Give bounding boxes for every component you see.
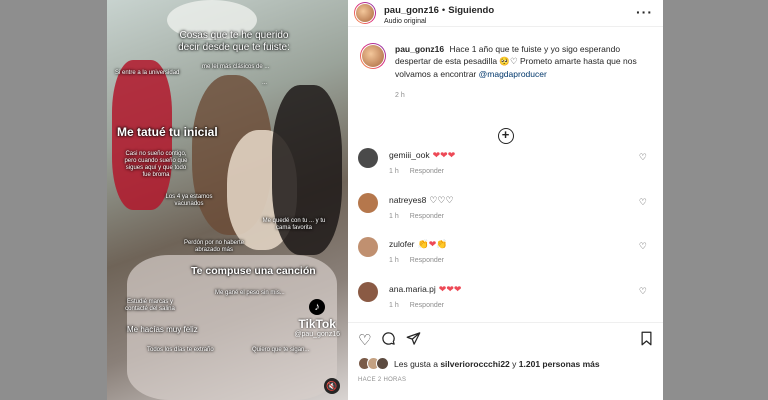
plus-circle-icon: +: [497, 128, 514, 144]
separator-dot: •: [441, 4, 446, 16]
heart-outline-icon[interactable]: ♡: [639, 197, 647, 208]
video-overlay-text: Me hacías muy feliz: [127, 325, 198, 334]
comment-username[interactable]: ana.maria.pj: [389, 284, 436, 294]
following-button[interactable]: Siguiendo: [448, 5, 494, 16]
comment-text: ♡♡♡: [429, 194, 454, 205]
likes-summary: Les gusta a silverioroccchi22 y 1.201 pe…: [358, 357, 600, 370]
tiktok-handle: @pau_gonz16: [294, 331, 340, 338]
load-more-comments-button[interactable]: +: [348, 126, 663, 144]
video-overlay-text: Quiero que te sigan...: [252, 347, 310, 353]
comment-username[interactable]: natreyes8: [389, 195, 426, 205]
comment-text: 👏❤👏: [417, 239, 448, 249]
like-heart-icon[interactable]: ♡: [358, 333, 371, 348]
avatar[interactable]: [358, 237, 378, 257]
heart-outline-icon[interactable]: ♡: [639, 152, 647, 163]
avatar[interactable]: [354, 2, 376, 24]
caption-username[interactable]: pau_gonz16: [395, 44, 444, 54]
reply-button[interactable]: Responder: [410, 257, 444, 264]
comment-text: ❤❤❤: [432, 150, 456, 160]
post-video[interactable]: Cosas que te he querido decir desde que …: [107, 0, 348, 400]
video-overlay-text: Perdón por no haberte abrazado más: [183, 240, 245, 253]
reply-button[interactable]: Responder: [410, 302, 444, 309]
comment-username[interactable]: zulofer: [389, 239, 415, 249]
liker-avatars[interactable]: [358, 357, 389, 370]
likes-user-link[interactable]: silverioroccchi22: [440, 359, 509, 369]
comment-time[interactable]: 1 h: [389, 213, 399, 220]
post-timestamp[interactable]: HACE 2 HORAS: [358, 377, 406, 383]
reply-button[interactable]: Responder: [410, 213, 444, 220]
caption-timestamp[interactable]: 2 h: [395, 91, 649, 101]
avatar: [376, 357, 389, 370]
post-actions-bar: ♡: [348, 322, 663, 357]
tiktok-watermark: ♪ TikTok @pau_gonz16: [294, 299, 340, 338]
video-overlay-text: ...: [262, 80, 268, 86]
comment-username[interactable]: gemiii_ook: [389, 150, 430, 160]
video-overlay-text: Me gané el peso sin mis...: [215, 290, 285, 296]
post-caption: pau_gonz16 Hace 1 año que te fuiste y yo…: [348, 27, 663, 101]
tiktok-logo-icon: ♪: [309, 299, 326, 315]
mute-icon[interactable]: 🔇: [324, 378, 340, 394]
video-overlay-text: Te compuse una canción: [191, 265, 316, 277]
video-overlay-text: Si entre a la universidad: [115, 70, 180, 76]
likes-prefix: Les gusta a: [394, 358, 438, 369]
likes-count-link[interactable]: 1.201 personas más: [519, 359, 600, 369]
caption-mention-link[interactable]: @magdaproducer: [479, 69, 547, 79]
video-overlay-title: Cosas que te he querido decir desde que …: [178, 30, 290, 53]
video-overlay-text: Me quedé con tu ... y tu cama favorita: [262, 218, 326, 231]
reply-button[interactable]: Responder: [410, 168, 444, 175]
comment-time[interactable]: 1 h: [389, 257, 399, 264]
video-overlay-text: Me tatué tu inicial: [117, 125, 218, 139]
avatar[interactable]: [360, 43, 386, 69]
comment-item: gemiii_ook ❤❤❤ 1 h Responder ♡: [348, 146, 663, 191]
post-details-panel: pau_gonz16 • Siguiendo Audio original ··· …: [348, 0, 663, 400]
audio-link[interactable]: Audio original: [384, 18, 494, 26]
comment-time[interactable]: 1 h: [389, 302, 399, 309]
post-header: pau_gonz16 • Siguiendo Audio original ···: [348, 0, 663, 27]
comment-item: zulofer 👏❤👏 1 h Responder ♡: [348, 235, 663, 280]
comment-item: natreyes8 ♡♡♡ 1 h Responder ♡: [348, 191, 663, 236]
bookmark-icon[interactable]: [640, 331, 653, 349]
video-overlay-text: Todos los días te extraño: [147, 347, 214, 353]
comment-text: ❤❤❤: [438, 283, 462, 294]
paper-plane-icon[interactable]: [406, 331, 421, 349]
heart-outline-icon[interactable]: ♡: [639, 241, 647, 252]
tiktok-wordmark: TikTok: [298, 317, 336, 331]
avatar[interactable]: [358, 192, 378, 213]
video-overlay-text: me leí más clásicos de ...: [202, 64, 270, 70]
comment-item: ana.maria.pj ❤❤❤ 1 h Responder ♡: [348, 280, 663, 325]
comment-bubble-icon[interactable]: [381, 331, 396, 349]
avatar[interactable]: [358, 148, 378, 168]
likes-conjunction: y: [512, 358, 517, 369]
video-overlay-text: Estudié marcas y contacté del salina: [125, 299, 175, 312]
video-overlay-text: Casi no sueño contigo, pero cuando sueño…: [124, 151, 188, 178]
video-overlay-text: Los 4 ya estamos vacunados: [165, 194, 213, 207]
avatar[interactable]: [358, 281, 378, 302]
comment-time[interactable]: 1 h: [389, 168, 399, 175]
heart-outline-icon[interactable]: ♡: [639, 286, 647, 297]
post-username[interactable]: pau_gonz16: [384, 5, 439, 16]
more-horizontal-icon[interactable]: ···: [636, 4, 653, 20]
comments-list: gemiii_ook ❤❤❤ 1 h Responder ♡ natreyes8 ♡♡…: [348, 146, 663, 324]
